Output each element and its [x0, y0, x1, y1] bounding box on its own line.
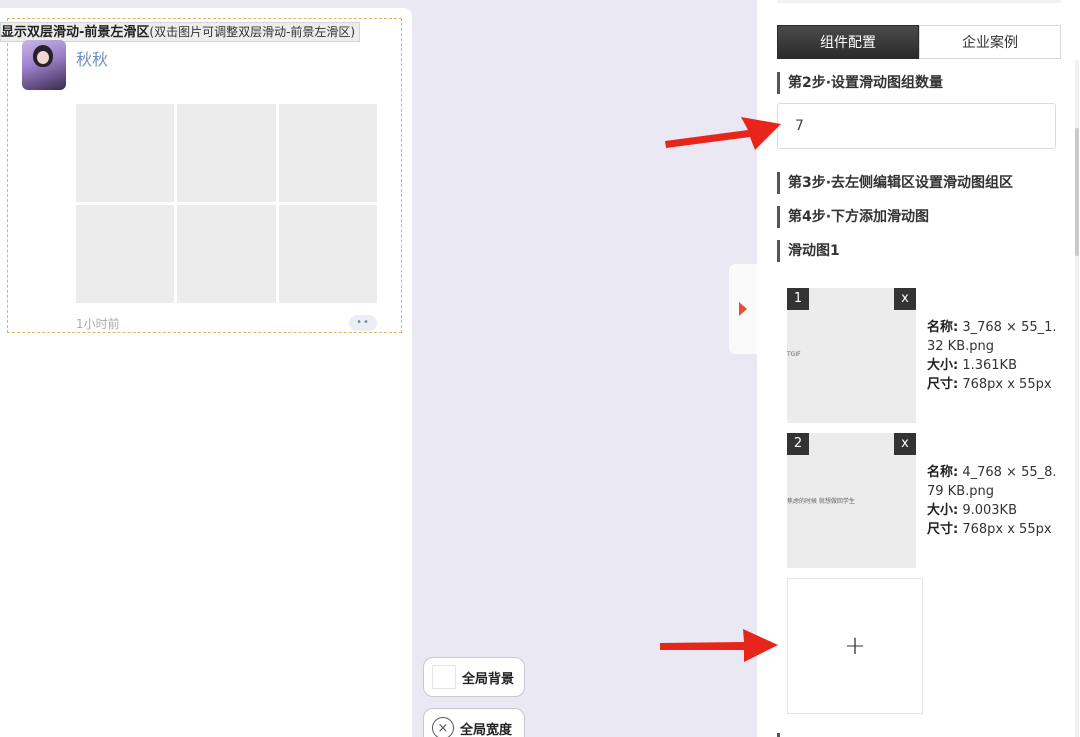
grid-image-6[interactable]	[278, 205, 377, 303]
image-index-badge: 1	[787, 288, 809, 310]
add-image-button[interactable]: +	[787, 578, 923, 714]
image-info: 名称: 3_768 × 55_1.32 KB.png 大小: 1.361KB 尺…	[927, 318, 1057, 394]
global-width-label: 全局宽度	[460, 722, 513, 737]
name-label: 名称:	[927, 320, 959, 335]
global-background-label: 全局背景	[462, 671, 515, 687]
slide-image-thumbnail[interactable]: 2 x 焦虑的时候 就想做回学生	[787, 433, 916, 568]
dimension-label: 尺寸:	[927, 522, 959, 537]
more-options-button[interactable]: ••	[349, 315, 377, 331]
image-caption: 焦虑的时候 就想做回学生	[787, 498, 855, 505]
username: 秋秋	[76, 50, 109, 69]
remove-image-button[interactable]: x	[894, 288, 916, 310]
global-width-button[interactable]: × 全局宽度	[423, 708, 525, 737]
section-marker	[777, 733, 780, 737]
module-label: 显示双层滑动-前景左滑区(双击图片可调整双层滑动-前景左滑区)	[0, 22, 361, 42]
image-grid	[76, 104, 377, 303]
step3-title: 第3步·去左侧编辑区设置滑动图组区	[777, 172, 1013, 194]
size-value: 9.003KB	[962, 503, 1018, 518]
grid-image-4[interactable]	[76, 205, 175, 303]
scrollbar-thumb[interactable]	[1075, 128, 1079, 256]
grid-image-2[interactable]	[177, 104, 276, 202]
preview-card: 显示双层滑动-前景左滑区(双击图片可调整双层滑动-前景左滑区) 秋秋 1小时前 …	[0, 8, 412, 737]
panel-tabs: 组件配置 企业案例	[777, 25, 1061, 59]
size-value: 1.361KB	[962, 358, 1018, 373]
tab-component-config[interactable]: 组件配置	[777, 25, 919, 59]
image-index-badge: 2	[787, 433, 809, 455]
module-hint: (双击图片可调整双层滑动-前景左滑区)	[149, 25, 356, 39]
name-label: 名称:	[927, 465, 959, 480]
group-count-input[interactable]	[777, 103, 1056, 149]
module-title: 显示双层滑动-前景左滑区	[1, 25, 150, 40]
avatar	[22, 40, 66, 90]
image-caption: TGIF	[787, 351, 801, 358]
size-label: 大小:	[927, 503, 959, 518]
image-info: 名称: 4_768 × 55_8.79 KB.png 大小: 9.003KB 尺…	[927, 463, 1057, 539]
config-panel: 组件配置 企业案例 第2步·设置滑动图组数量 第3步·去左侧编辑区设置滑动图组区…	[757, 0, 1080, 737]
grid-image-3[interactable]	[278, 104, 377, 202]
slide-image-thumbnail[interactable]: 1 x TGIF	[787, 288, 916, 423]
panel-toggle-button[interactable]	[729, 264, 757, 354]
color-swatch-icon	[432, 665, 456, 689]
step4-title: 第4步·下方添加滑动图	[777, 206, 929, 228]
grid-image-1[interactable]	[76, 104, 175, 202]
slide-group-title: 滑动图1	[777, 240, 840, 262]
circle-close-icon: ×	[432, 717, 454, 737]
post-time: 1小时前	[76, 317, 120, 331]
step2-title: 第2步·设置滑动图组数量	[777, 72, 943, 94]
plus-icon: +	[844, 631, 866, 661]
grid-image-5[interactable]	[177, 205, 276, 303]
dimension-label: 尺寸:	[927, 377, 959, 392]
top-divider	[777, 0, 1061, 3]
triangle-right-icon	[739, 302, 747, 316]
global-background-button[interactable]: 全局背景	[423, 657, 525, 697]
size-label: 大小:	[927, 358, 959, 373]
tab-enterprise-cases[interactable]: 企业案例	[919, 25, 1061, 59]
remove-image-button[interactable]: x	[894, 433, 916, 455]
dimension-value: 768px x 55px	[962, 522, 1052, 537]
dimension-value: 768px x 55px	[962, 377, 1052, 392]
